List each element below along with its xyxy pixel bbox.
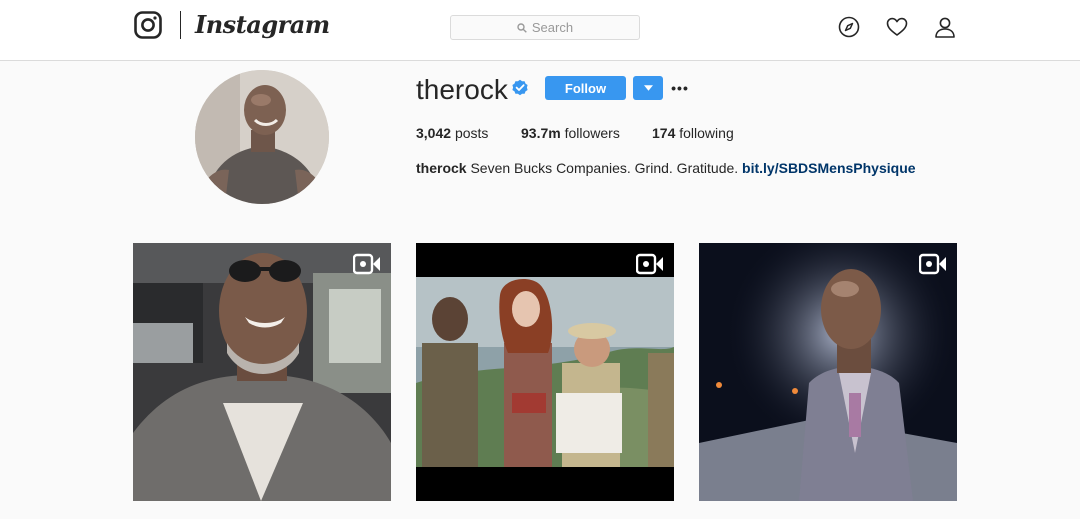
logo-divider: [180, 11, 181, 39]
compass-icon[interactable]: [838, 16, 860, 38]
video-camera-icon: [635, 253, 664, 275]
following-label: following: [679, 125, 734, 141]
posts-stat: 3,042 posts: [416, 123, 488, 143]
verified-badge-icon: [511, 79, 529, 97]
bio-full-name: therock: [416, 160, 467, 176]
more-options-button[interactable]: •••: [670, 76, 690, 100]
bio-text: Seven Bucks Companies. Grind. Gratitude.: [470, 160, 739, 176]
post-thumbnail[interactable]: [699, 243, 957, 501]
bio-link[interactable]: bit.ly/SBDSMensPhysique: [742, 160, 915, 176]
profile-bio: therock Seven Bucks Companies. Grind. Gr…: [416, 158, 916, 178]
instagram-glyph-icon[interactable]: [134, 11, 162, 39]
top-navigation-bar: Instagram Search: [0, 0, 1080, 61]
followers-count: 93.7m: [521, 125, 561, 141]
posts-label: posts: [454, 125, 489, 141]
post-image: [416, 243, 674, 501]
suggested-dropdown-button[interactable]: [633, 76, 663, 100]
post-image: [133, 243, 391, 501]
search-placeholder: Search: [531, 20, 574, 35]
post-thumbnail[interactable]: [133, 243, 391, 501]
profile-username: therock: [416, 74, 508, 105]
followers-stat[interactable]: 93.7m followers: [521, 123, 620, 143]
post-thumbnail[interactable]: [416, 243, 674, 501]
video-camera-icon: [918, 253, 947, 275]
posts-count: 3,042: [416, 125, 452, 141]
following-count: 174: [652, 125, 676, 141]
user-icon[interactable]: [934, 16, 956, 38]
heart-icon[interactable]: [886, 16, 908, 38]
profile-avatar[interactable]: [195, 70, 329, 204]
follow-button[interactable]: Follow: [545, 76, 626, 100]
post-image: [699, 243, 957, 501]
following-stat[interactable]: 174 following: [652, 123, 734, 143]
instagram-wordmark[interactable]: Instagram: [195, 8, 330, 42]
video-camera-icon: [352, 253, 381, 275]
followers-label: followers: [564, 125, 620, 141]
search-input[interactable]: Search: [450, 15, 640, 40]
search-icon: [517, 22, 527, 33]
caret-down-icon: [643, 85, 653, 91]
